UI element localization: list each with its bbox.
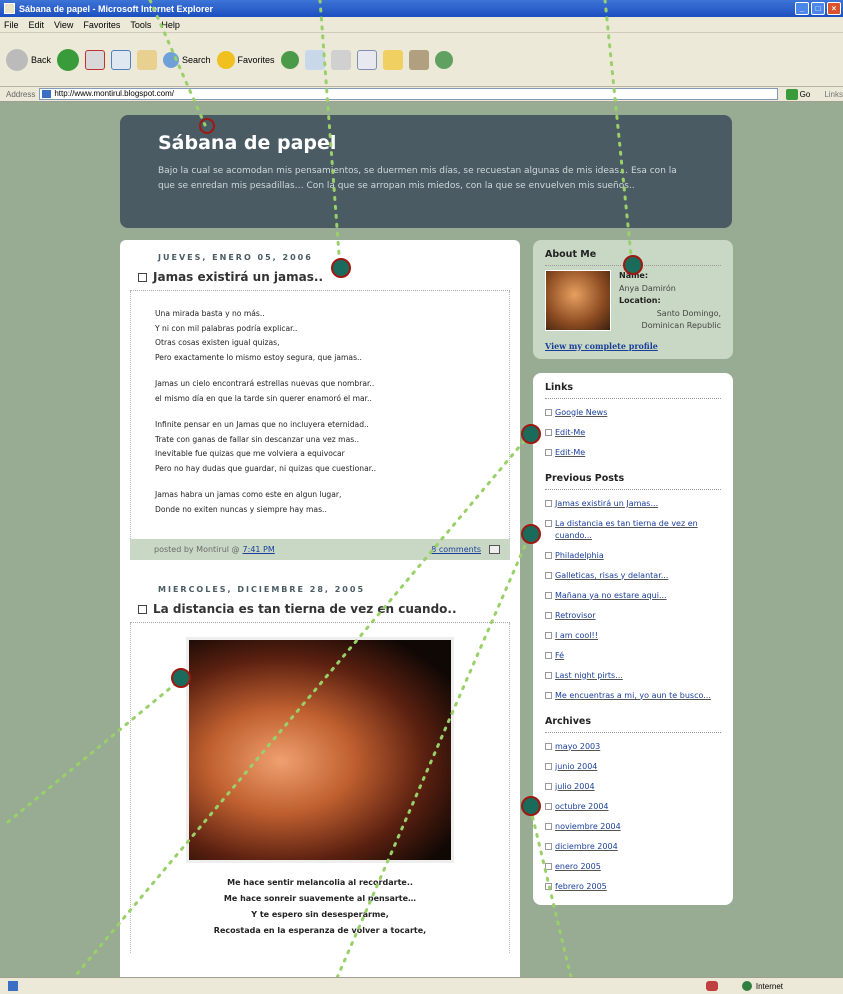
security-icon bbox=[705, 981, 718, 991]
annotation-marker bbox=[331, 258, 351, 278]
globe-icon bbox=[741, 981, 752, 991]
annotation-marker bbox=[521, 424, 541, 444]
annotation-marker bbox=[521, 524, 541, 544]
annotation-marker bbox=[171, 668, 191, 688]
annotation-marker bbox=[199, 118, 215, 134]
browser-window: Sábana de papel - Microsoft Internet Exp… bbox=[0, 0, 843, 994]
status-bar: Internet bbox=[0, 977, 843, 994]
page-status-icon bbox=[8, 981, 18, 991]
zone-label: Internet bbox=[755, 981, 783, 991]
annotation-marker bbox=[521, 796, 541, 816]
annotation-overlay bbox=[6, 0, 643, 994]
annotation-marker bbox=[623, 255, 643, 275]
